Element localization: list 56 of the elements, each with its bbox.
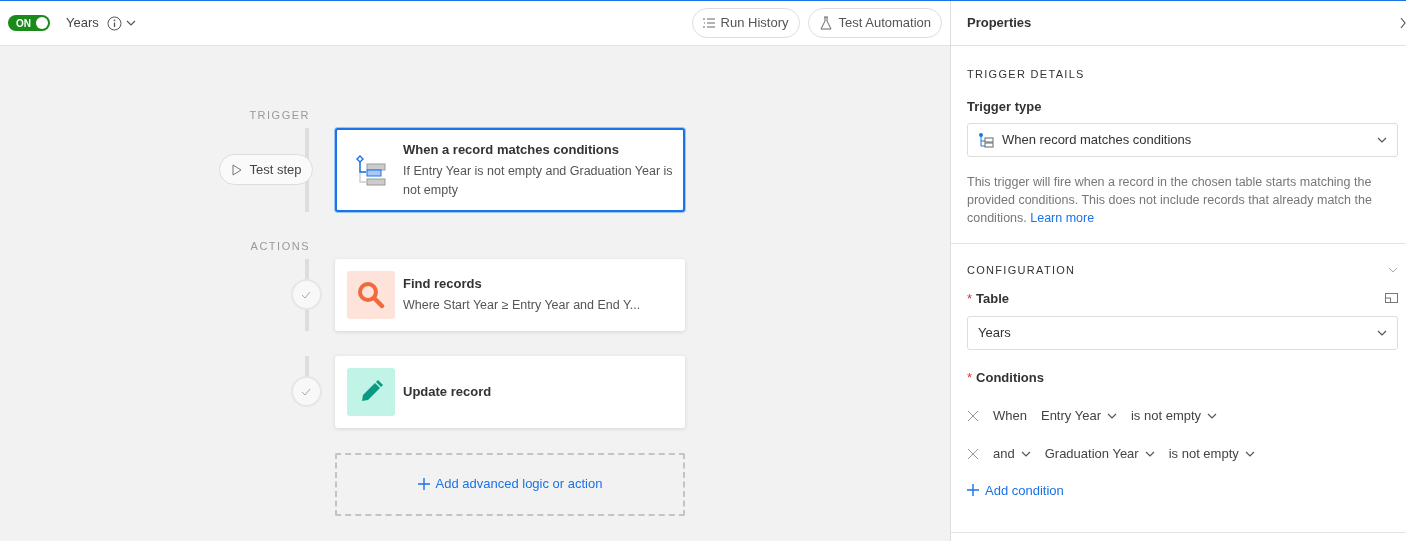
condition-field[interactable]: Entry Year [1040, 405, 1117, 426]
condition-field[interactable]: Graduation Year [1044, 443, 1155, 464]
chevron-down-icon [1377, 330, 1387, 336]
step-card[interactable]: Find records Where Start Year ≥ Entry Year and End Y... [335, 258, 685, 331]
test-step-button[interactable]: Test step [219, 154, 313, 186]
step-title: Update record [403, 382, 492, 401]
add-condition-button[interactable]: Add condition [967, 480, 1064, 500]
trigger-description: This trigger will fire when a record in the chosen table starts matching the provided conditions. This does not include records that already match the conditions. Learn more [967, 174, 1373, 227]
section-label: ACTIONS [249, 238, 311, 254]
section-label: TRIGGER [248, 108, 311, 123]
automation-title: Years [66, 14, 99, 33]
step-card[interactable]: Update record [335, 355, 685, 428]
learn-more-link[interactable]: Learn more [1030, 211, 1095, 225]
field-label: * Table [967, 289, 1010, 308]
list-icon [702, 18, 715, 28]
check-icon [301, 387, 311, 396]
info-icon [106, 15, 122, 31]
step-description: If Entry Year is not empty and Graduation Year is not empty [403, 162, 673, 199]
section-heading: TRIGGER DETAILS [967, 67, 1086, 82]
trigger-type-select[interactable]: When record matches conditions [967, 123, 1398, 157]
chevron-down-icon [1377, 137, 1387, 143]
play-icon [232, 163, 243, 176]
chevron-down-icon[interactable] [125, 20, 136, 26]
condition-connector: When [993, 406, 1027, 425]
toolbar-button[interactable]: Run History [691, 8, 800, 38]
chevron-down-icon [1207, 412, 1218, 419]
condition-operator[interactable]: is not empty [1168, 443, 1255, 464]
branch-tree-icon [978, 132, 994, 148]
check-icon [301, 290, 311, 299]
chevron-right-icon[interactable] [1400, 17, 1406, 29]
step-description: Where Start Year ≥ Entry Year and End Y... [403, 296, 641, 314]
on-off-toggle[interactable]: ON [8, 15, 50, 31]
field-label: Trigger type [967, 97, 1043, 116]
step-title: When a record matches conditions [403, 141, 620, 159]
step-card[interactable]: When a record matches conditions If Entry Year is not empty and Graduation Year is not empty [335, 128, 685, 212]
condition-connector[interactable]: and [993, 443, 1031, 464]
pencil-icon [347, 367, 395, 416]
chevron-down-icon [1020, 450, 1031, 457]
plus-icon [417, 478, 430, 490]
field-label: * Conditions [967, 369, 1045, 387]
condition-operator[interactable]: is not empty [1130, 405, 1218, 426]
section-heading: CONFIGURATION [967, 263, 1076, 278]
search-icon [347, 270, 395, 319]
plus-icon [967, 484, 979, 497]
table-select[interactable]: Years [967, 316, 1398, 350]
chevron-down-icon [1244, 450, 1255, 457]
panel-title: Properties [967, 14, 1032, 33]
expand-panel-icon[interactable] [1385, 293, 1398, 304]
toolbar-button[interactable]: Test Automation [807, 8, 942, 38]
close-icon[interactable] [967, 447, 979, 460]
flask-icon [818, 16, 833, 30]
add-action-button[interactable]: Add advanced logic or action [335, 452, 685, 516]
chevron-down-icon [1144, 450, 1155, 457]
close-icon[interactable] [967, 409, 979, 422]
step-title: Find records [403, 275, 483, 294]
chevron-down-icon [1106, 412, 1117, 419]
